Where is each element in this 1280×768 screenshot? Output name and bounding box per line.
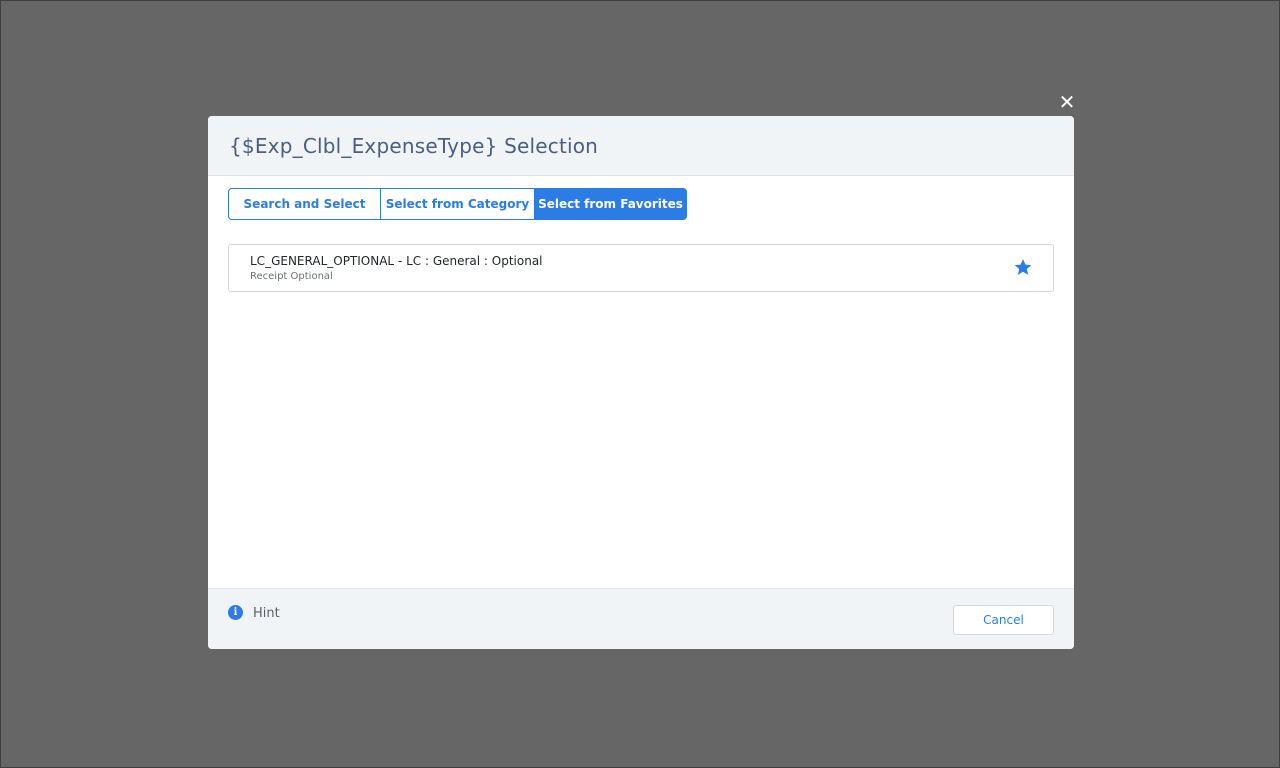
expense-type-selection-dialog: {$Exp_Clbl_ExpenseType} Selection Search… [208,116,1074,649]
tab-select-from-favorites[interactable]: Select from Favorites [534,188,687,220]
tab-search-and-select[interactable]: Search and Select [228,188,381,220]
dialog-footer: i Hint Cancel [208,588,1074,649]
info-icon[interactable]: i [228,605,243,620]
close-icon[interactable]: ✕ [1057,92,1077,112]
favorite-item-title: LC_GENERAL_OPTIONAL - LC : General : Opt… [250,254,543,268]
hint-link[interactable]: Hint [253,606,280,621]
favorite-item-subtitle: Receipt Optional [250,271,333,282]
selection-tabs: Search and Select Select from Category S… [228,188,687,220]
cancel-button[interactable]: Cancel [953,605,1054,635]
tab-select-from-category[interactable]: Select from Category [380,188,535,220]
dialog-header: {$Exp_Clbl_ExpenseType} Selection [208,116,1074,176]
dialog-title: {$Exp_Clbl_ExpenseType} Selection [229,133,599,158]
favorite-list-item[interactable]: LC_GENERAL_OPTIONAL - LC : General : Opt… [228,244,1054,292]
star-icon[interactable] [1013,257,1033,277]
